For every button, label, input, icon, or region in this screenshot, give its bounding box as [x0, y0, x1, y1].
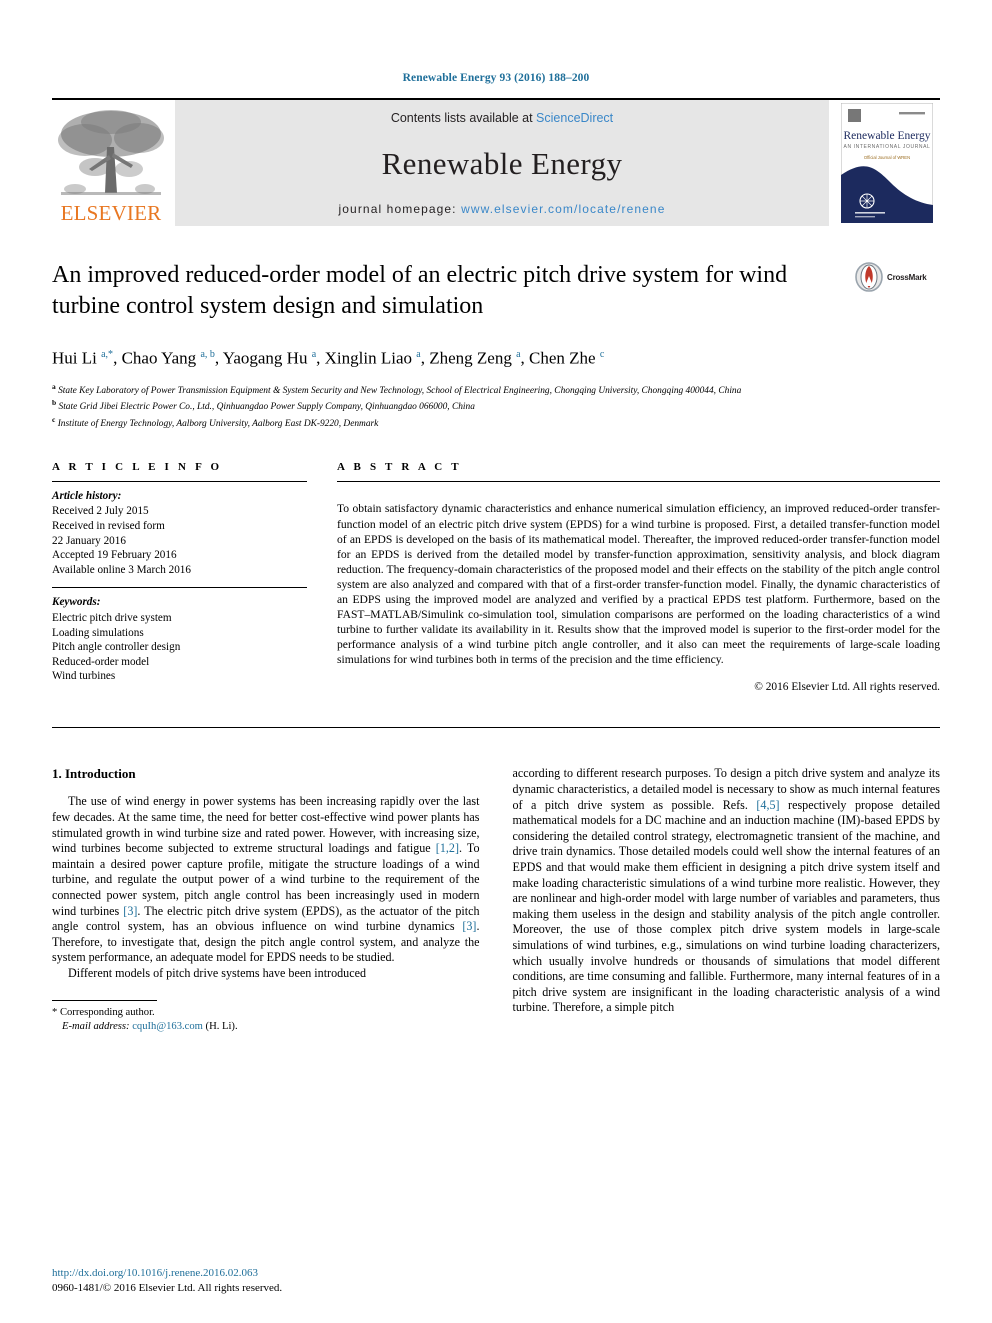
history-item: Received in revised form [52, 520, 165, 532]
body-paragraph: according to different research purposes… [512, 766, 941, 1015]
history-item: Received 2 July 2015 [52, 505, 149, 518]
svg-text:Renewable Energy: Renewable Energy [844, 130, 931, 142]
abstract-bottom-rule [52, 727, 940, 729]
journal-homepage-line: journal homepage: www.elsevier.com/locat… [339, 202, 666, 216]
body-right-column: according to different research purposes… [513, 766, 941, 1033]
title-block: An improved reduced-order model of an el… [52, 260, 940, 322]
keywords-group: Keywords: Electric pitch drive system Lo… [52, 588, 307, 684]
author-affiliation-marker: a [416, 349, 421, 360]
affiliation-list: a State Key Laboratory of Power Transmis… [52, 381, 940, 431]
author-affiliation-marker: a [516, 349, 521, 360]
cover-image-icon: Renewable Energy AN INTERNATIONAL JOURNA… [841, 103, 933, 223]
history-item: Accepted 19 February 2016 [52, 549, 177, 562]
elsevier-logo: ELSEVIER [52, 100, 170, 226]
abstract-column: A B S T R A C T To obtain satisfactory d… [337, 460, 940, 694]
keyword-item: Loading simulations [52, 626, 144, 639]
corresponding-author-line: * Corresponding author. [52, 1006, 155, 1018]
abstract-text: To obtain satisfactory dynamic character… [337, 502, 940, 667]
keyword-item: Reduced-order model [52, 655, 150, 668]
info-abstract-section: A R T I C L E I N F O Article history: R… [52, 460, 940, 694]
issn-copyright-line: 0960-1481/© 2016 Elsevier Ltd. All right… [52, 1281, 283, 1294]
keywords-heading: Keywords: [52, 596, 101, 609]
author-affiliation-marker: c [599, 349, 605, 360]
page-footer: http://dx.doi.org/10.1016/j.renene.2016.… [52, 1266, 282, 1295]
author-list: Hui Li a,*, Chao Yang a, b, Yaogang Hu a… [52, 348, 605, 368]
citation-ref[interactable]: [4,5] [756, 798, 779, 812]
doi-link[interactable]: http://dx.doi.org/10.1016/j.renene.2016.… [52, 1266, 282, 1281]
body-left-column: 1. Introduction The use of wind energy i… [52, 766, 480, 1033]
body-paragraph: Different models of pitch drive systems … [68, 965, 367, 980]
article-history-heading: Article history: [52, 489, 122, 502]
journal-title: Renewable Energy [381, 145, 623, 181]
author-affiliation-marker: a [311, 349, 317, 360]
email-line: E-mail address: cquIh@163.com (H. Li). [52, 1020, 480, 1034]
article-info-label: A R T I C L E I N F O [52, 460, 223, 473]
crossmark-label: CrossMark [887, 272, 927, 282]
crossmark-badge[interactable]: CrossMark [854, 260, 940, 292]
body-paragraph: The use of wind energy in power systems … [52, 794, 480, 965]
abstract-label: A B S T R A C T [337, 460, 462, 473]
abstract-copyright: © 2016 Elsevier Ltd. All rights reserved… [754, 681, 940, 694]
keyword-item: Electric pitch drive system [52, 611, 172, 624]
keyword-item: Pitch angle controller design [52, 641, 181, 654]
journal-homepage-link[interactable]: www.elsevier.com/locate/renene [461, 202, 665, 216]
abstract-rule [337, 480, 940, 482]
article-history-group: Article history: Received 2 July 2015 Re… [52, 482, 307, 578]
affiliation-b: b State Grid Jibei Electric Power Co., L… [52, 398, 475, 413]
section-title-introduction: 1. Introduction [52, 766, 136, 782]
email-link[interactable]: cquIh@163.com [132, 1021, 203, 1032]
footnote-block: * Corresponding author. E-mail address: … [52, 999, 480, 1034]
journal-masthead: ELSEVIER Contents lists available at Sci… [52, 98, 940, 226]
article-page: Renewable Energy 93 (2016) 188–200 ELSEV… [0, 0, 992, 1323]
title-column: An improved reduced-order model of an el… [52, 260, 854, 322]
citation-ref[interactable]: [3] [123, 904, 137, 918]
sciencedirect-link[interactable]: ScienceDirect [536, 111, 613, 125]
citation-ref[interactable]: [1,2] [436, 841, 459, 855]
crossmark-icon [855, 262, 883, 292]
author-affiliation-marker: a, b [200, 349, 215, 360]
svg-text:Official Journal of WREN: Official Journal of WREN [864, 155, 910, 160]
running-head: Renewable Energy 93 (2016) 188–200 [402, 72, 590, 84]
keyword-item: Wind turbines [52, 670, 116, 683]
body-columns: 1. Introduction The use of wind energy i… [52, 766, 940, 1033]
history-item: Available online 3 March 2016 [52, 563, 191, 576]
masthead-center: Contents lists available at ScienceDirec… [175, 100, 829, 226]
elsevier-wordmark: ELSEVIER [60, 201, 162, 225]
corresponding-author-note: * Corresponding author. E-mail address: … [52, 1006, 480, 1034]
email-owner: (H. Li). [202, 1020, 238, 1032]
contents-available-line: Contents lists available at ScienceDirec… [391, 111, 613, 125]
article-info-column: A R T I C L E I N F O Article history: R… [52, 461, 307, 694]
affiliation-a: a State Key Laboratory of Power Transmis… [52, 381, 742, 396]
contents-prefix: Contents lists available at [390, 111, 537, 125]
affiliation-c: c Institute of Energy Technology, Aalbor… [52, 415, 379, 430]
footnote-rule [52, 999, 157, 1001]
email-label: E-mail address: [62, 1020, 133, 1032]
homepage-prefix: journal homepage: [338, 202, 462, 216]
citation-ref[interactable]: [3] [462, 919, 476, 933]
svg-text:AN INTERNATIONAL JOURNAL: AN INTERNATIONAL JOURNAL [844, 144, 931, 150]
elsevier-tree-icon [58, 110, 164, 195]
journal-cover-thumbnail: Renewable Energy AN INTERNATIONAL JOURNA… [834, 100, 940, 226]
history-item: 22 January 2016 [52, 534, 126, 547]
author-affiliation-marker: a,* [101, 349, 114, 360]
page-title: An improved reduced-order model of an el… [52, 262, 788, 319]
